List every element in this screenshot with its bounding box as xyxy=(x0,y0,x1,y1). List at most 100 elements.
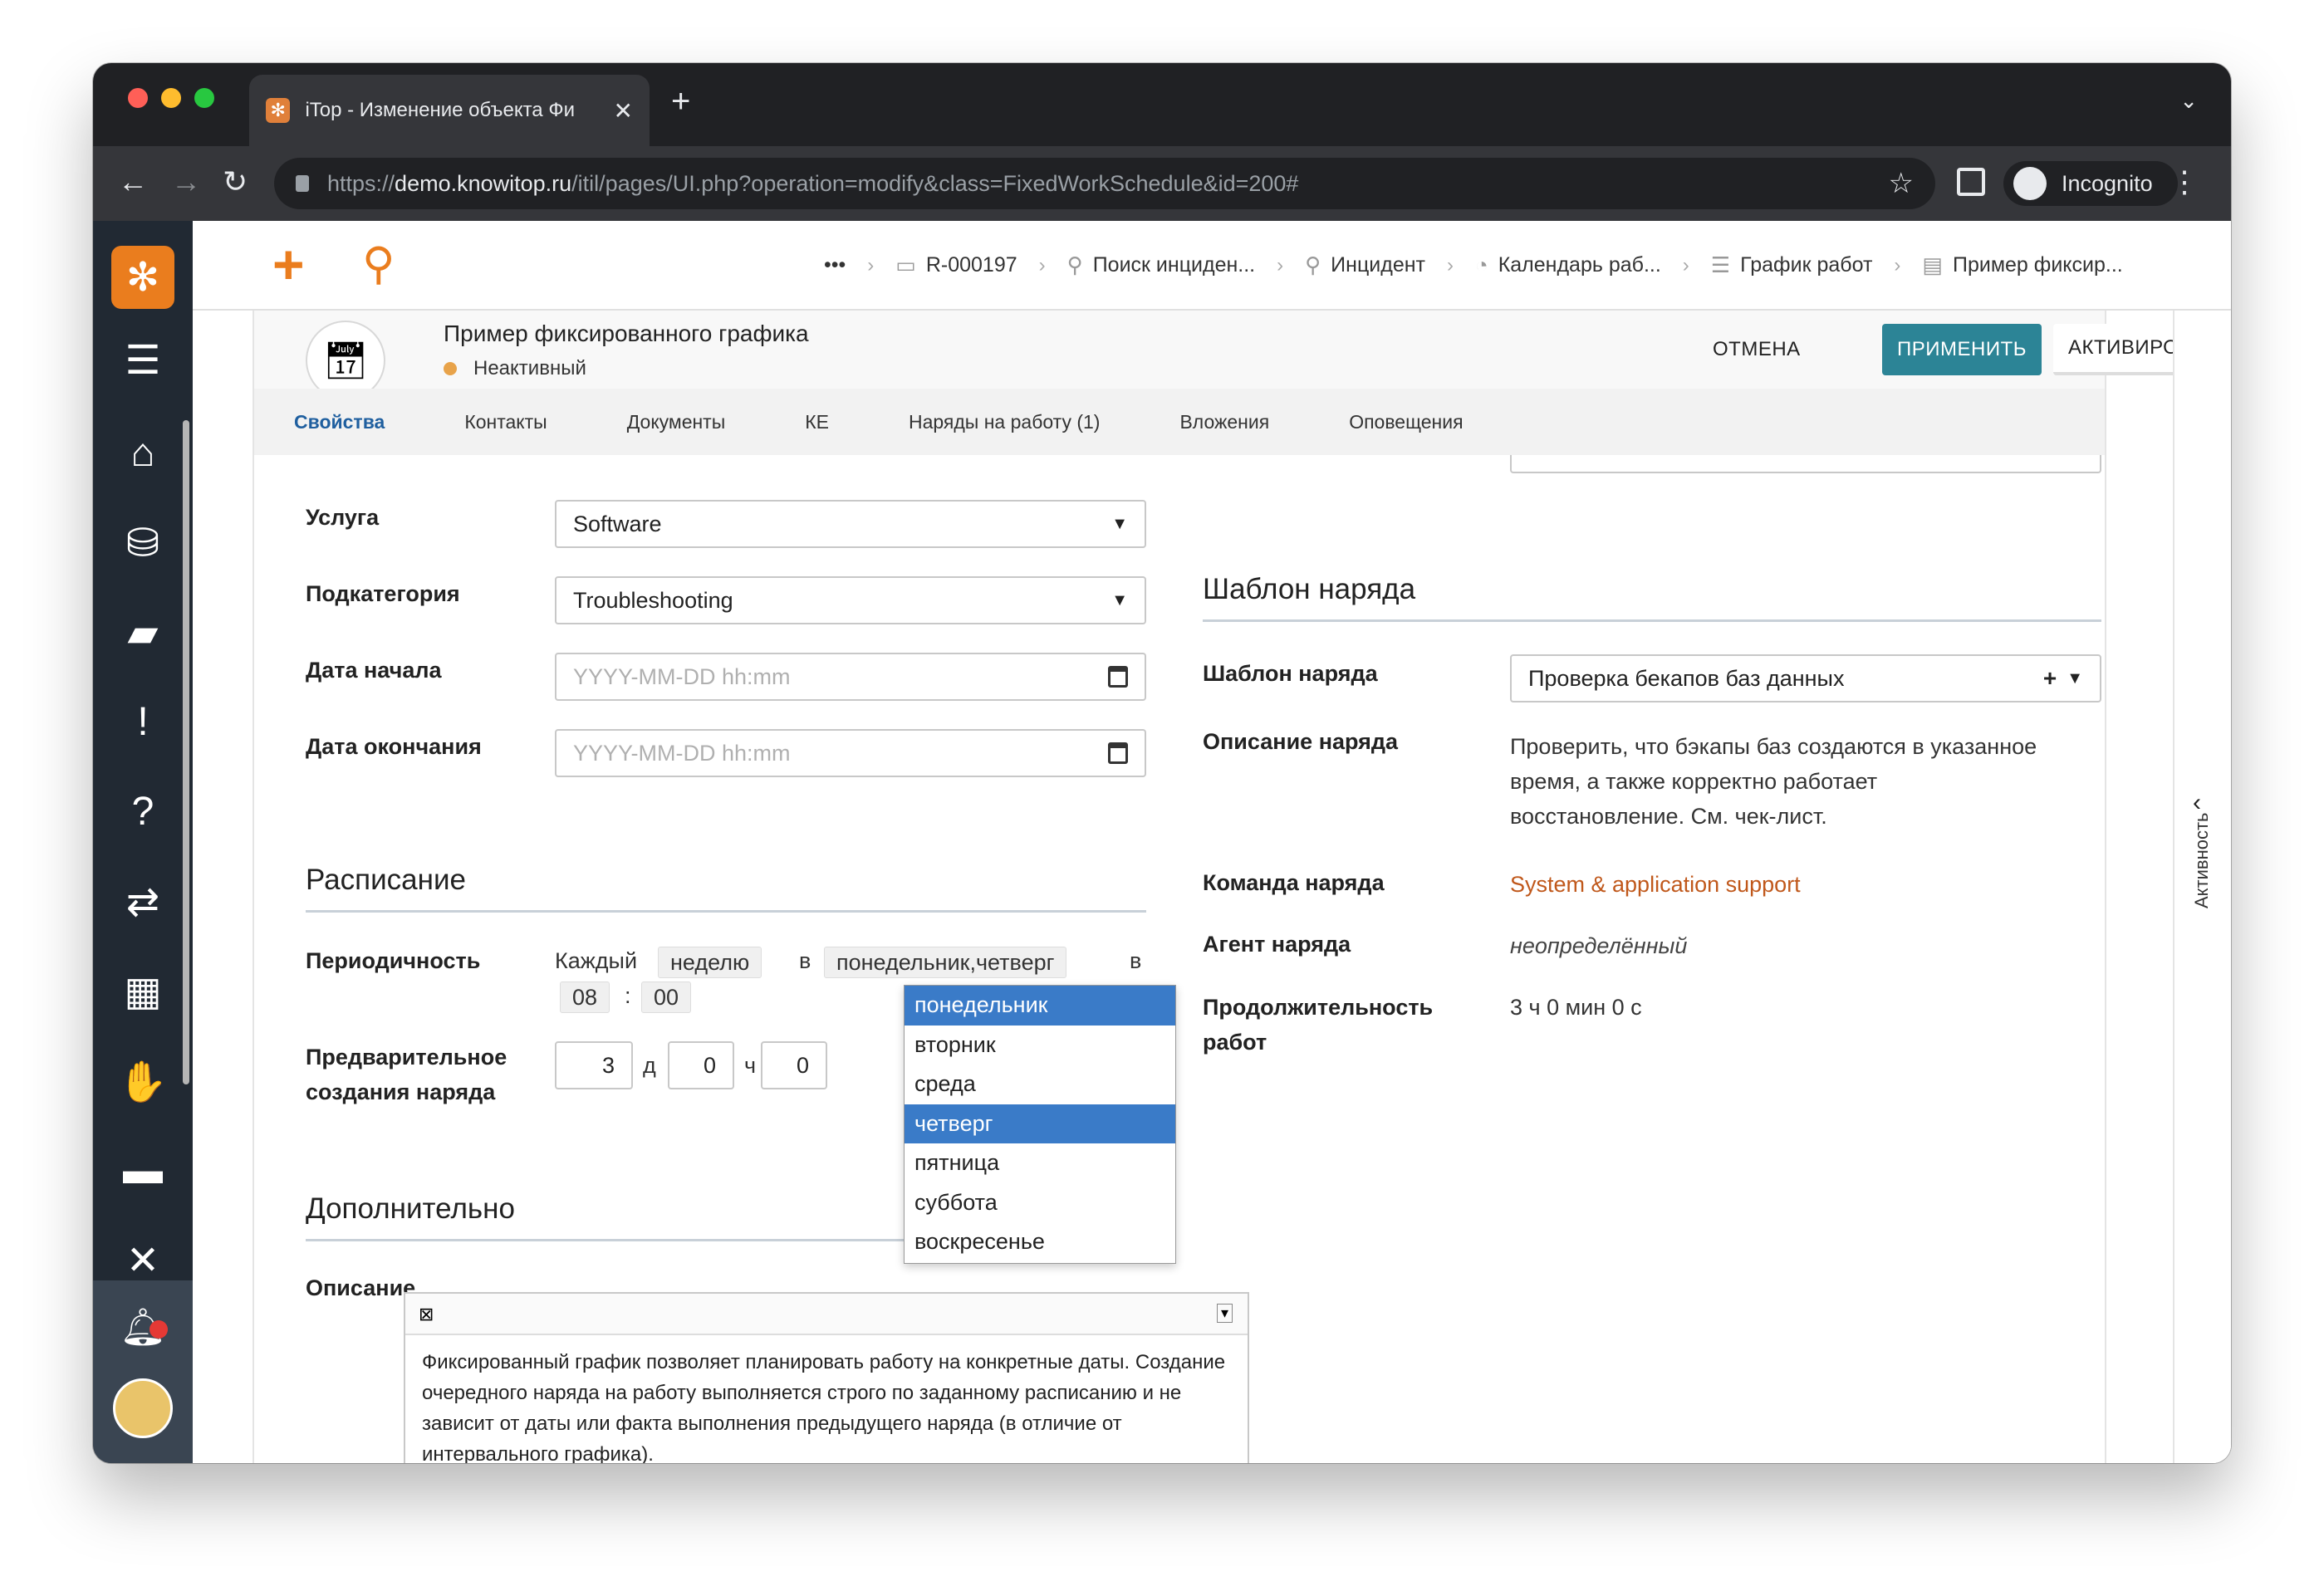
browser-window: ✻ iTop - Изменение объекта Фи ✕ + ⌄ ← → … xyxy=(93,63,2231,1463)
apply-button[interactable]: ПРИМЕНИТЬ xyxy=(1882,324,2042,375)
breadcrumb-item[interactable]: ☰ График работ xyxy=(1711,252,1873,278)
service-select[interactable]: Software ▼ xyxy=(555,500,1146,548)
breadcrumb: ••• › ▭ R-000197 › ⚲ Поиск инциден... › ⚲ И… xyxy=(824,252,2123,278)
team-link[interactable]: System & application support xyxy=(1510,872,1801,898)
menu-hamburger-icon[interactable]: ☰ xyxy=(93,337,193,384)
description-editor[interactable]: ⊠ ▾ Фиксированный график позволяет плани… xyxy=(404,1292,1249,1463)
side-panel-icon[interactable] xyxy=(1957,168,1985,196)
document-icon: ▤ xyxy=(1922,252,1943,277)
tab-close-icon[interactable]: ✕ xyxy=(614,97,633,125)
itop-favicon-icon: ✻ xyxy=(266,98,291,123)
handshake-icon[interactable]: ✋ xyxy=(93,1058,193,1105)
tab-work-orders[interactable]: Наряды на работу (1) xyxy=(909,411,1100,433)
main-content: 📅︎ Пример фиксированного графика Неактив… xyxy=(193,311,2231,1463)
weekday-option[interactable]: понедельник xyxy=(905,986,1175,1026)
periodicity-days-select[interactable]: понедельник,четверг xyxy=(824,947,1067,978)
time-hours-input[interactable]: 08 xyxy=(560,981,610,1013)
weekday-option[interactable]: суббота xyxy=(905,1183,1175,1223)
tab-properties[interactable]: Свойства xyxy=(294,411,385,433)
activity-label[interactable]: Активность xyxy=(2191,812,2213,908)
breadcrumb-item[interactable]: ⚲ Инцидент xyxy=(1305,252,1425,278)
breadcrumb-item[interactable]: ◔ Календарь раб... xyxy=(1475,252,1661,278)
bookmark-star-icon[interactable]: ☆ xyxy=(1889,167,1914,200)
calendar-icon[interactable] xyxy=(1108,666,1128,688)
tab-attachments[interactable]: Вложения xyxy=(1179,411,1269,433)
template-desc-line3: восстановление. См. чек-лист. xyxy=(1510,804,1827,829)
template-desc-label: Описание наряда xyxy=(1203,729,1399,754)
weekday-option[interactable]: среда xyxy=(905,1065,1175,1104)
top-bar: + ⚲ ••• › ▭ R-000197 › ⚲ Поиск инциден... … xyxy=(193,221,2231,311)
subcategory-select[interactable]: Troubleshooting ▼ xyxy=(555,576,1146,624)
advance-minutes-input[interactable]: 0 xyxy=(761,1041,827,1089)
maximize-editor-icon[interactable]: ⊠ xyxy=(419,1304,434,1325)
forward-button[interactable]: → xyxy=(171,164,201,199)
tab-ci[interactable]: КЕ xyxy=(805,411,829,433)
start-date-input[interactable]: YYYY-MM-DD hh:mm xyxy=(555,653,1146,701)
help-question-icon[interactable]: ? xyxy=(93,789,193,835)
breadcrumb-overflow[interactable]: ••• xyxy=(824,253,846,277)
agent-label: Агент наряда xyxy=(1203,932,1351,957)
url-text: https://demo.knowitop.ru/itil/pages/UI.p… xyxy=(327,170,1299,196)
breadcrumb-item[interactable]: ▤ Пример фиксир... xyxy=(1922,252,2122,278)
breadcrumb-item[interactable]: ⚲ Поиск инциден... xyxy=(1067,252,1255,278)
time-colon: : xyxy=(625,983,631,1008)
add-plus-icon[interactable]: + xyxy=(2043,665,2057,692)
template-desc-line1: Проверить, что бэкапы баз создаются в ук… xyxy=(1510,734,2037,759)
advance-hours-input[interactable]: 0 xyxy=(668,1041,734,1089)
browser-menu-icon[interactable]: ⋮ xyxy=(2170,164,2199,199)
duration-label-line2: работ xyxy=(1203,1030,1267,1055)
chat-icon[interactable]: ▰ xyxy=(93,609,193,656)
incognito-label: Incognito xyxy=(2062,170,2153,196)
home-icon[interactable]: ⌂ xyxy=(93,430,193,476)
periodicity-unit-select[interactable]: неделю xyxy=(658,947,762,978)
back-button[interactable]: ← xyxy=(118,164,148,199)
request-icon: ▭ xyxy=(895,252,916,277)
browser-tab[interactable]: ✻ iTop - Изменение объекта Фи ✕ xyxy=(249,75,650,146)
description-text[interactable]: Фиксированный график позволяет планирова… xyxy=(405,1335,1248,1463)
incident-exclamation-icon[interactable]: ! xyxy=(93,699,193,745)
change-arrows-icon[interactable]: ⇄ xyxy=(93,879,193,925)
calendar-check-icon[interactable]: ▦ xyxy=(93,968,193,1015)
notification-badge xyxy=(150,1320,168,1339)
calendar-icon[interactable] xyxy=(1108,742,1128,764)
end-date-input[interactable]: YYYY-MM-DD hh:mm xyxy=(555,729,1146,777)
incognito-badge[interactable]: Incognito xyxy=(2003,161,2178,206)
folder-icon[interactable]: ▬ xyxy=(93,1148,193,1193)
weekday-option[interactable]: вторник xyxy=(905,1026,1175,1065)
url-input[interactable]: https://demo.knowitop.ru/itil/pages/UI.p… xyxy=(274,158,1935,209)
reload-button[interactable]: ↻ xyxy=(223,164,248,199)
itop-logo[interactable]: ✻ xyxy=(111,246,174,309)
tab-documents[interactable]: Документы xyxy=(627,411,726,433)
advance-label-line1: Предварительное xyxy=(306,1045,507,1070)
close-window-button[interactable] xyxy=(128,88,148,108)
new-tab-button[interactable]: + xyxy=(671,83,690,120)
cancel-button[interactable]: ОТМЕНА xyxy=(1698,324,1816,375)
time-minutes-input[interactable]: 00 xyxy=(641,981,692,1013)
tools-icon[interactable]: ✕ xyxy=(93,1237,193,1284)
weekday-option[interactable]: пятница xyxy=(905,1143,1175,1183)
tab-search-chevron-icon[interactable]: ⌄ xyxy=(2179,88,2198,114)
notifications-bell-icon[interactable]: 🔔︎ xyxy=(93,1305,193,1349)
minimize-window-button[interactable] xyxy=(161,88,181,108)
breadcrumb-item[interactable]: ▭ R-000197 xyxy=(895,252,1017,278)
advance-days-input[interactable]: 3 xyxy=(555,1041,633,1089)
global-search-icon[interactable]: ⚲ xyxy=(362,237,395,290)
weekday-dropdown[interactable]: понедельник вторник среда четверг пятниц… xyxy=(904,985,1176,1264)
weekday-option[interactable]: четверг xyxy=(905,1104,1175,1143)
new-object-plus-icon[interactable]: + xyxy=(272,233,305,296)
periodicity-at: в xyxy=(1130,948,1142,973)
database-icon[interactable]: ⛁ xyxy=(93,520,193,566)
team-label: Команда наряда xyxy=(1203,870,1385,895)
advance-label-line2: создания наряда xyxy=(306,1079,496,1104)
nav-scrollbar[interactable] xyxy=(183,420,189,1084)
toolbar-toggle-chevron-icon[interactable]: ▾ xyxy=(1216,1304,1233,1323)
maximize-window-button[interactable] xyxy=(194,88,214,108)
template-select[interactable]: Проверка бекапов баз данных + ▼ xyxy=(1510,654,2101,702)
user-avatar[interactable] xyxy=(113,1378,173,1438)
schedule-section-title: Расписание xyxy=(306,864,1146,913)
tab-notifications[interactable]: Оповещения xyxy=(1349,411,1463,433)
tab-contacts[interactable]: Контакты xyxy=(464,411,547,433)
advance-hours-unit: ч xyxy=(744,1053,757,1078)
weekday-option[interactable]: воскресенье xyxy=(905,1222,1175,1262)
chevron-down-icon[interactable]: ▼ xyxy=(2067,669,2083,688)
